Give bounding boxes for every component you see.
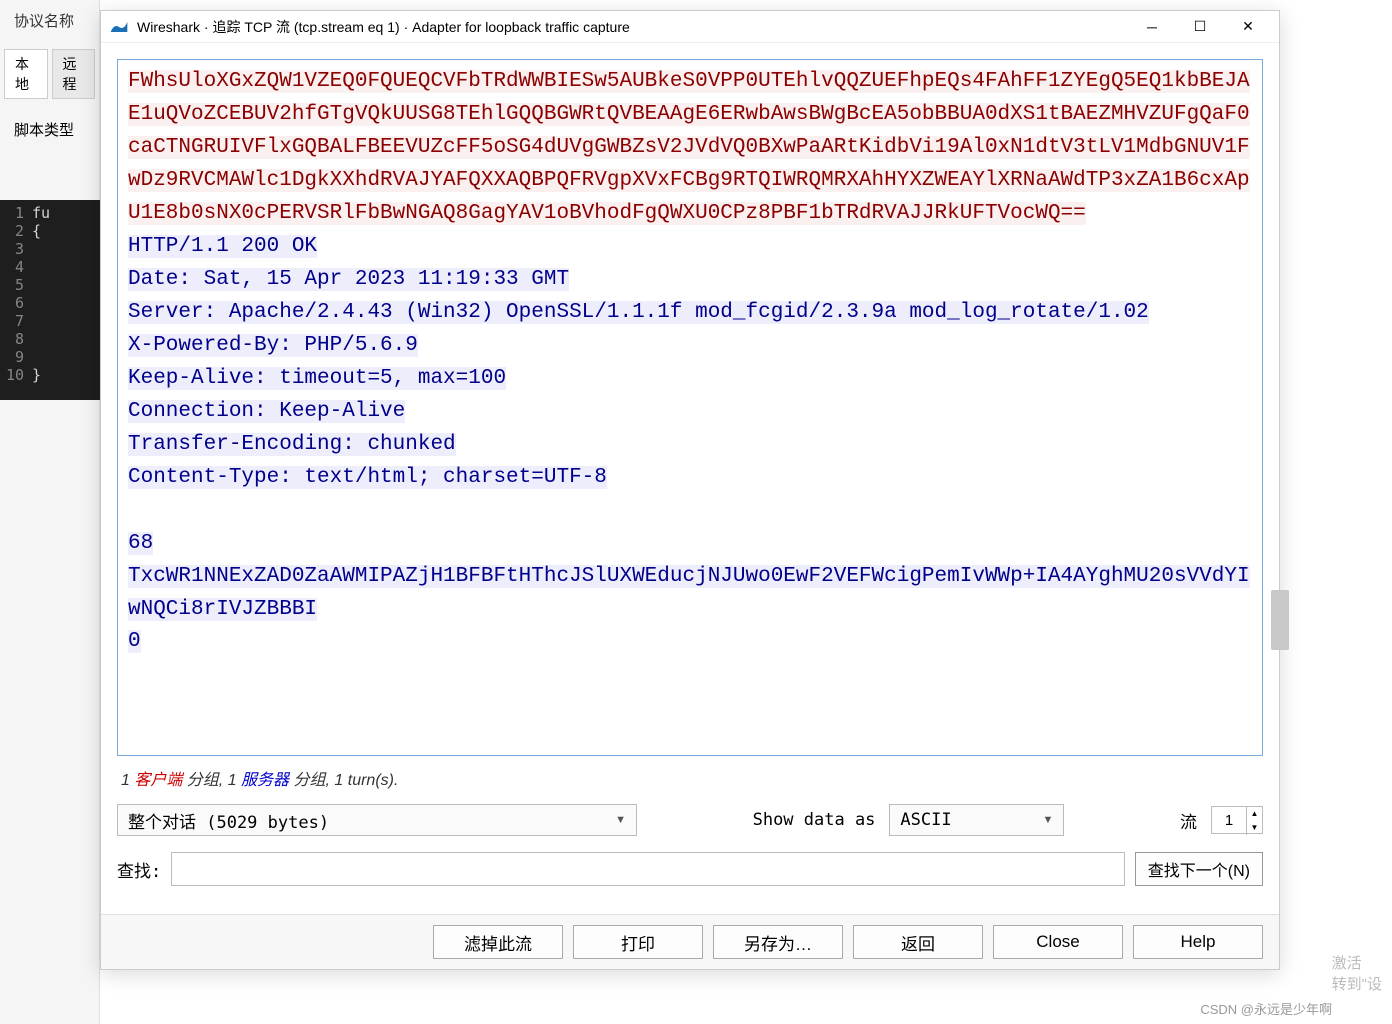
window-title: Wireshark · 追踪 TCP 流 (tcp.stream eq 1) ·… (137, 17, 1129, 37)
response-body-line: TxcWR1NNExZAD0ZaAWMIPAZjH1BFBFtHThcJSlUX… (128, 565, 1250, 621)
stream-number-input[interactable] (1212, 807, 1246, 833)
background-panel: 协议名称 本地 远程 脚本类型 (0, 0, 100, 1024)
response-line: Server: Apache/2.4.43 (Win32) OpenSSL/1.… (128, 301, 1149, 324)
spin-down-button[interactable]: ▼ (1246, 821, 1262, 835)
server-label: 服务器 (241, 772, 289, 789)
back-button[interactable]: 返回 (853, 925, 983, 959)
request-data: FWhsUloXGxZQW1VZEQ0FQUEQCVFbTRdWWBIESw5A… (128, 70, 1250, 225)
titlebar: Wireshark · 追踪 TCP 流 (tcp.stream eq 1) ·… (101, 11, 1279, 43)
conversation-combo[interactable]: 整个对话 (5029 bytes) ▼ (117, 804, 637, 836)
stats-line: 1 客户端 分组, 1 服务器 分组, 1 turn(s). (117, 756, 1263, 794)
csdn-watermark: CSDN @永远是少年啊 (1200, 999, 1332, 1018)
close-button[interactable]: ✕ (1225, 12, 1271, 42)
windows-activation-watermark: 激活 转到"设 (1332, 952, 1382, 994)
chevron-down-icon: ▼ (615, 814, 626, 826)
protocol-name-label: 协议名称 (0, 0, 99, 41)
minimize-button[interactable]: ─ (1129, 12, 1175, 42)
code-editor-bg: 1fu 2{ 3 4 5 6 7 8 9 10} (0, 200, 100, 400)
find-label: 查找: (117, 857, 161, 882)
script-type-label: 脚本类型 (0, 107, 99, 152)
response-body-line: 0 (128, 630, 141, 653)
wireshark-icon (109, 17, 129, 37)
bg-tabs: 本地 远程 (0, 41, 99, 107)
response-line: Date: Sat, 15 Apr 2023 11:19:33 GMT (128, 268, 569, 291)
stream-label: 流 (1180, 808, 1197, 833)
wireshark-follow-tcp-dialog: Wireshark · 追踪 TCP 流 (tcp.stream eq 1) ·… (100, 10, 1280, 970)
response-line: HTTP/1.1 200 OK (128, 235, 317, 258)
response-line: X-Powered-By: PHP/5.6.9 (128, 334, 418, 357)
scrollbar-thumb[interactable] (1271, 590, 1289, 650)
find-row: 查找: 查找下一个(N) (117, 846, 1263, 898)
spin-up-button[interactable]: ▲ (1246, 807, 1262, 821)
chevron-down-icon: ▼ (1043, 814, 1054, 826)
show-as-label: Show data as (753, 810, 876, 830)
tab-local[interactable]: 本地 (4, 49, 48, 99)
show-as-combo[interactable]: ASCII ▼ (889, 804, 1064, 836)
find-input[interactable] (171, 852, 1125, 886)
tab-remote[interactable]: 远程 (52, 49, 96, 99)
stream-number-spinner[interactable]: ▲ ▼ (1211, 806, 1263, 834)
help-button[interactable]: Help (1133, 925, 1263, 959)
save-as-button[interactable]: 另存为… (713, 925, 843, 959)
response-line: Transfer-Encoding: chunked (128, 433, 456, 456)
response-line: Connection: Keep-Alive (128, 400, 405, 423)
close-dialog-button[interactable]: Close (993, 925, 1123, 959)
response-line: Content-Type: text/html; charset=UTF-8 (128, 466, 607, 489)
window-controls: ─ ☐ ✕ (1129, 12, 1271, 42)
dialog-content: FWhsUloXGxZQW1VZEQ0FQUEQCVFbTRdWWBIESw5A… (101, 43, 1279, 914)
response-body-line: 68 (128, 532, 153, 555)
filter-out-stream-button[interactable]: 滤掉此流 (433, 925, 563, 959)
response-line: Keep-Alive: timeout=5, max=100 (128, 367, 506, 390)
maximize-button[interactable]: ☐ (1177, 12, 1223, 42)
find-next-button[interactable]: 查找下一个(N) (1135, 852, 1263, 886)
tcp-stream-content[interactable]: FWhsUloXGxZQW1VZEQ0FQUEQCVFbTRdWWBIESw5A… (117, 59, 1263, 756)
print-button[interactable]: 打印 (573, 925, 703, 959)
button-bar: 滤掉此流 打印 另存为… 返回 Close Help (101, 914, 1279, 969)
controls-row: 整个对话 (5029 bytes) ▼ Show data as ASCII ▼… (117, 794, 1263, 846)
client-label: 客户端 (134, 772, 182, 789)
